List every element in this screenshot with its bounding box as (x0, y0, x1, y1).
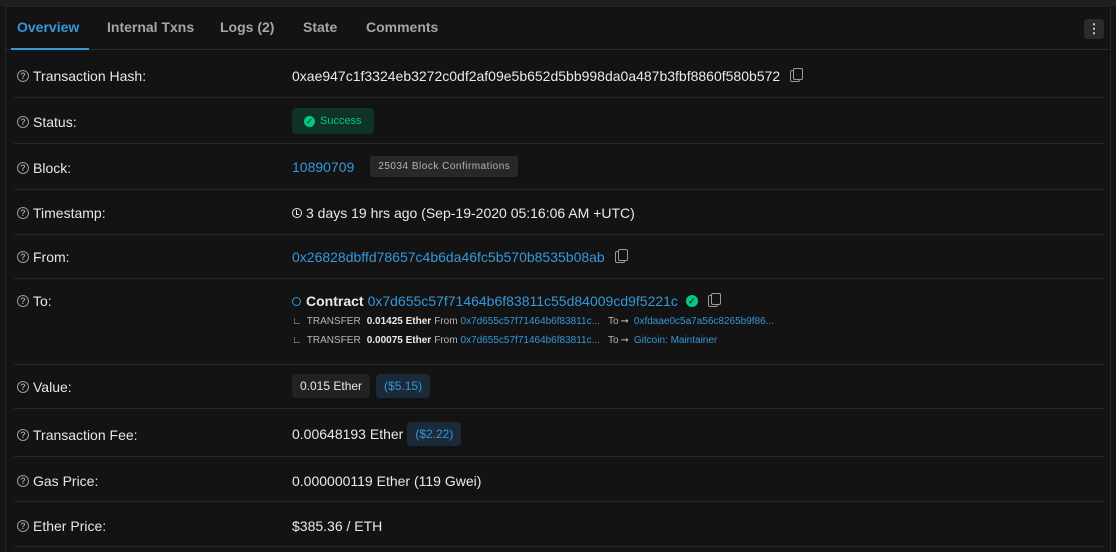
help-icon[interactable]: ? (17, 520, 29, 532)
copy-icon[interactable] (614, 249, 628, 263)
row-label: Status: (33, 114, 77, 130)
verified-check-icon: ✓ (685, 295, 698, 307)
copy-icon[interactable] (790, 68, 804, 82)
status-badge: ✓ Success (292, 108, 374, 134)
tab-comments[interactable]: Comments (366, 7, 438, 50)
value-usd: ($5.15) (376, 374, 431, 398)
to-address-link[interactable]: 0x7d655c57f71464b6f83811c55d84009cd9f522… (368, 293, 678, 309)
transfer-to-link[interactable]: 0xfdaae0c5a7a56c8265b9f86... (634, 316, 774, 327)
help-icon[interactable]: ? (17, 251, 29, 263)
row-label: From: (33, 249, 70, 265)
row-timestamp: ? Timestamp: 3 days 19 hrs ago (Sep-19-20… (14, 190, 1104, 235)
row-ether-price: ? Ether Price: $385.36 / ETH (14, 502, 1104, 547)
help-icon[interactable]: ? (17, 116, 29, 128)
row-from: ? From: 0x26828dbffd78657c4b6da46fc5b570b… (14, 235, 1104, 279)
transfer-line: ∟ TRANSFER 0.01425 Ether From 0x7d655c57… (292, 316, 775, 327)
help-icon[interactable]: ? (17, 162, 29, 174)
help-icon[interactable]: ? (17, 70, 29, 82)
vertical-dots-icon: ⋮ (1087, 21, 1101, 36)
row-label: Value: (33, 379, 72, 395)
row-label: Gas Price: (33, 473, 99, 489)
more-options-button[interactable]: ⋮ (1084, 19, 1104, 39)
timestamp-value: 3 days 19 hrs ago (Sep-19-2020 05:16:06 … (306, 205, 635, 221)
row-gas-price: ? Gas Price: 0.000000119 Ether (119 Gwei) (14, 457, 1104, 502)
help-icon[interactable]: ? (17, 207, 29, 219)
page-frame: Overview Internal Txns Logs (2) State Co… (0, 0, 1116, 552)
block-number-link[interactable]: 10890709 (292, 159, 354, 175)
help-icon[interactable]: ? (17, 295, 29, 307)
help-icon[interactable]: ? (17, 475, 29, 487)
tab-overview[interactable]: Overview (10, 7, 90, 50)
row-label: Block: (33, 160, 72, 176)
transfer-from-link[interactable]: 0x7d655c57f71464b6f83811c... (461, 335, 600, 346)
row-label: Transaction Hash: (33, 68, 147, 84)
transfer-branch-icon: ∟ (292, 335, 302, 346)
tab-logs[interactable]: Logs (2) (220, 7, 274, 50)
row-status: ? Status: ✓ Success (14, 98, 1104, 144)
row-label: Timestamp: (33, 205, 106, 221)
fee-ether: 0.00648193 Ether (292, 426, 404, 442)
clock-icon (292, 208, 302, 218)
help-icon[interactable]: ? (17, 429, 29, 441)
row-label: Transaction Fee: (33, 427, 138, 443)
transfer-from-link[interactable]: 0x7d655c57f71464b6f83811c... (461, 316, 600, 327)
row-transaction-hash: ? Transaction Hash: 0xae947c1f3324eb3272c… (14, 52, 1104, 98)
row-block: ? Block: 10890709 25034 Block Confirmation… (14, 144, 1104, 190)
transaction-card: Overview Internal Txns Logs (2) State Co… (5, 6, 1111, 552)
gas-price-value: 0.000000119 Ether (119 Gwei) (292, 473, 482, 489)
help-icon[interactable]: ? (17, 381, 29, 393)
fee-usd: ($2.22) (407, 422, 462, 446)
row-transaction-fee: ? Transaction Fee: 0.00648193 Ether ($2.22… (14, 409, 1104, 457)
row-value: ? Value: 0.015 Ether ($5.15) (14, 365, 1104, 409)
copy-icon[interactable] (707, 293, 721, 307)
tab-bar: Overview Internal Txns Logs (2) State Co… (6, 7, 1110, 50)
check-circle-icon: ✓ (304, 115, 315, 127)
contract-search-icon (292, 296, 301, 306)
row-label: To: (33, 293, 52, 309)
tab-internal-txns[interactable]: Internal Txns (107, 7, 194, 50)
transfer-to-link[interactable]: Gitcoin: Maintainer (634, 335, 717, 346)
transfer-branch-icon: ∟ (292, 316, 302, 327)
row-to: ? To: Contract 0x7d655c57f71464b6f83811c5… (14, 279, 1104, 365)
from-address-link[interactable]: 0x26828dbffd78657c4b6da46fc5b570b8535b08… (292, 249, 605, 265)
row-label: Ether Price: (33, 518, 107, 534)
transaction-hash-value: 0xae947c1f3324eb3272c0df2af09e5b652d5bb9… (292, 68, 781, 84)
contract-prefix: Contract (306, 293, 364, 309)
value-ether: 0.015 Ether (292, 374, 371, 398)
arrow-right-icon: ➞ (620, 335, 629, 346)
arrow-right-icon: ➞ (620, 316, 629, 327)
tab-state[interactable]: State (303, 7, 337, 50)
block-confirmations-badge: 25034 Block Confirmations (370, 156, 519, 177)
transfer-line: ∟ TRANSFER 0.00075 Ether From 0x7d655c57… (292, 335, 718, 346)
ether-price-value: $385.36 / ETH (292, 518, 383, 534)
